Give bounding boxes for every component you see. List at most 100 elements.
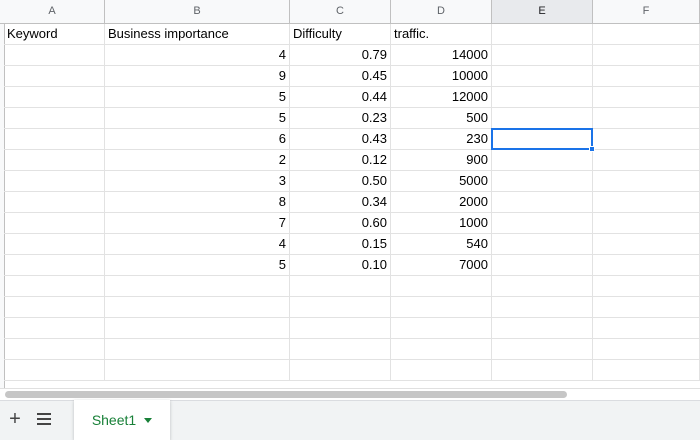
grid-cell[interactable]: 3 [105,171,290,192]
grid-cell[interactable]: 0.60 [290,213,391,234]
grid-cell[interactable] [4,318,105,339]
grid-cell[interactable] [492,45,593,66]
grid-cell[interactable]: traffic. [391,24,492,45]
grid-cell[interactable]: 0.79 [290,45,391,66]
grid-cell[interactable] [492,276,593,297]
grid-cell[interactable] [4,276,105,297]
grid-cell[interactable]: 12000 [391,87,492,108]
grid-cell[interactable]: 5 [105,108,290,129]
grid-cell[interactable] [391,318,492,339]
grid-cell[interactable] [105,276,290,297]
grid-cell[interactable]: 6 [105,129,290,150]
grid-cell[interactable] [593,192,700,213]
grid-cell[interactable]: 900 [391,150,492,171]
grid-cell[interactable] [593,171,700,192]
grid-cell[interactable] [4,129,105,150]
grid-cell[interactable] [593,108,700,129]
grid-cell[interactable] [4,108,105,129]
grid-cell[interactable] [4,87,105,108]
grid-cell[interactable] [391,276,492,297]
grid-cell[interactable]: Difficulty [290,24,391,45]
grid-cell[interactable] [391,297,492,318]
grid-cell[interactable]: 5 [105,255,290,276]
grid-cell[interactable] [593,318,700,339]
grid-cell[interactable] [492,66,593,87]
grid-cell[interactable]: 4 [105,45,290,66]
column-header-b[interactable]: B [105,0,290,23]
grid-cell[interactable] [492,255,593,276]
grid-cell[interactable]: 540 [391,234,492,255]
grid-cell[interactable] [290,276,391,297]
grid-cell[interactable] [290,339,391,360]
grid-cell[interactable] [290,297,391,318]
grid-cell[interactable]: 0.44 [290,87,391,108]
grid-cell[interactable]: 0.50 [290,171,391,192]
grid-cell[interactable] [290,318,391,339]
caret-down-icon[interactable] [144,417,153,423]
fill-handle[interactable] [589,146,595,152]
grid-cell[interactable] [593,213,700,234]
grid-cell[interactable] [105,360,290,381]
grid-cell[interactable]: 5000 [391,171,492,192]
grid-cell[interactable] [4,234,105,255]
grid-cell[interactable] [4,339,105,360]
grid-cell[interactable] [4,297,105,318]
grid-cell[interactable] [492,192,593,213]
grid-cell[interactable] [492,234,593,255]
grid-cell[interactable]: 0.15 [290,234,391,255]
grid-cell[interactable] [492,339,593,360]
grid-cell[interactable]: 500 [391,108,492,129]
grid-cell[interactable] [4,171,105,192]
column-header-f[interactable]: F [593,0,700,23]
column-header-e[interactable]: E [492,0,593,23]
grid-cell[interactable]: 4 [105,234,290,255]
grid-cell[interactable] [290,360,391,381]
grid-cell[interactable] [492,129,593,150]
grid-cell[interactable]: 2 [105,150,290,171]
grid-cell[interactable] [593,339,700,360]
grid-cell[interactable] [593,87,700,108]
grid-cell[interactable] [593,234,700,255]
grid-cell[interactable] [4,45,105,66]
grid-cell[interactable] [4,66,105,87]
grid-cell[interactable] [4,150,105,171]
grid-cell[interactable] [4,360,105,381]
grid-cell[interactable] [4,192,105,213]
list-icon[interactable] [35,408,53,430]
grid-cell[interactable]: 1000 [391,213,492,234]
grid-cell[interactable]: 10000 [391,66,492,87]
column-header-a[interactable]: A [0,0,105,23]
grid-cell[interactable] [593,24,700,45]
grid-cell[interactable] [593,66,700,87]
grid-cell[interactable] [593,360,700,381]
grid-cell[interactable] [105,297,290,318]
column-header-c[interactable]: C [290,0,391,23]
grid-cell[interactable] [4,255,105,276]
grid-cell[interactable] [593,255,700,276]
grid-cell[interactable]: Business importance [105,24,290,45]
plus-icon[interactable]: + [6,408,24,430]
grid-cell[interactable] [391,360,492,381]
grid-cell[interactable]: 0.12 [290,150,391,171]
grid-cell[interactable] [492,87,593,108]
column-header-d[interactable]: D [391,0,492,23]
grid-cell[interactable]: 0.43 [290,129,391,150]
grid-cell[interactable] [593,276,700,297]
grid-cell[interactable]: 2000 [391,192,492,213]
grid-cell[interactable]: 5 [105,87,290,108]
grid-cell[interactable] [593,150,700,171]
grid-cell[interactable] [492,108,593,129]
grid-cell[interactable]: 8 [105,192,290,213]
grid-cell[interactable]: 9 [105,66,290,87]
grid-cell[interactable] [492,150,593,171]
grid-cell[interactable]: 0.34 [290,192,391,213]
grid-cell[interactable] [492,297,593,318]
grid-cell[interactable]: 7000 [391,255,492,276]
grid-cell[interactable] [492,213,593,234]
horizontal-scrollbar-thumb[interactable] [5,391,567,398]
grid-cell[interactable] [4,213,105,234]
grid-cell[interactable]: 0.10 [290,255,391,276]
grid-cell[interactable] [492,24,593,45]
grid-cell[interactable] [593,45,700,66]
grid-cell[interactable] [492,171,593,192]
